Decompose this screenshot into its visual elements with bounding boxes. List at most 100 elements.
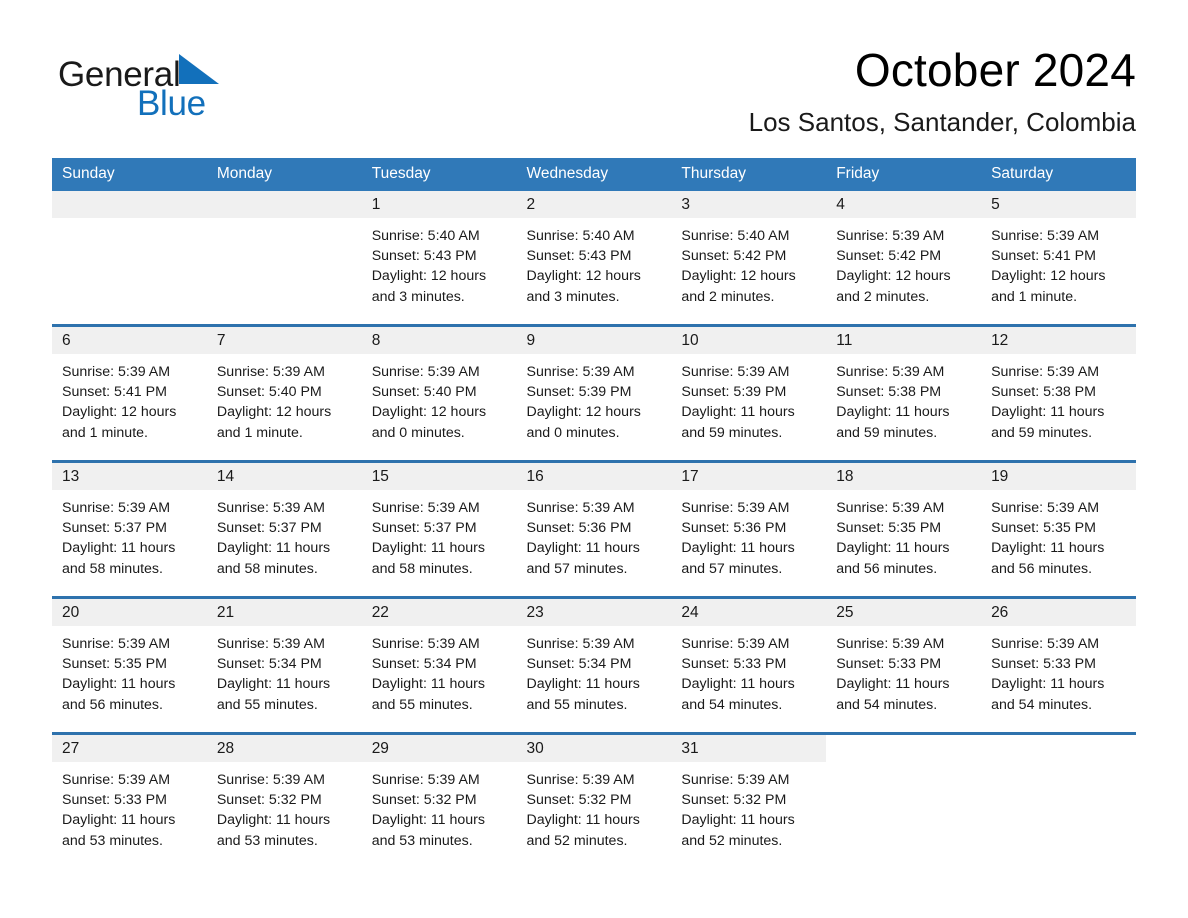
sunrise-text: Sunrise: 5:39 AM xyxy=(62,636,171,652)
sunrise-text: Sunrise: 5:39 AM xyxy=(371,500,480,516)
calendar-day-cell[interactable]: 4 Sunrise: 5:39 AM Sunset: 5:42 PM Daylight… xyxy=(826,191,982,326)
sunset-text: Sunset: 5:37 PM xyxy=(216,520,322,537)
calendar-day-cell[interactable]: 7 Sunrise: 5:39 AM Sunset: 5:40 PM Daylight… xyxy=(206,324,362,462)
day-details: Sunrise: 5:39 AM Sunset: 5:34 PM Daylight:… xyxy=(362,626,517,732)
sunset-text: Sunset: 5:42 PM xyxy=(836,248,942,265)
daylight-text-line1: Daylight: 11 hours xyxy=(526,676,640,693)
calendar-day-cell[interactable]: 3 Sunrise: 5:40 AM Sunset: 5:42 PM Daylight… xyxy=(671,191,827,326)
day-details: Sunrise: 5:39 AM Sunset: 5:40 PM Daylight:… xyxy=(362,354,517,460)
day-number: 17 xyxy=(671,463,827,490)
sunset-text: Sunset: 5:33 PM xyxy=(62,792,167,809)
daylight-text-line2: and 1 minute. xyxy=(991,288,1078,305)
daylight-text-line2: and 52 minutes. xyxy=(526,832,628,849)
daylight-text-line1: Daylight: 11 hours xyxy=(681,540,795,557)
calendar-day-cell[interactable]: 18 Sunrise: 5:39 AM Sunset: 5:35 PM Dayligh… xyxy=(826,460,982,598)
calendar-day-cell[interactable]: 11 Sunrise: 5:39 AM Sunset: 5:38 PM Dayligh… xyxy=(826,324,982,462)
calendar-day-cell[interactable]: 27 Sunrise: 5:39 AM Sunset: 5:33 PM Dayligh… xyxy=(52,732,207,868)
daylight-text-line2: and 56 minutes. xyxy=(62,696,163,713)
calendar-day-cell[interactable]: 30 Sunrise: 5:39 AM Sunset: 5:32 PM Dayligh… xyxy=(516,732,672,868)
sunset-text: Sunset: 5:35 PM xyxy=(62,656,167,673)
sunset-text: Sunset: 5:37 PM xyxy=(371,520,477,537)
day-details: Sunrise: 5:39 AM Sunset: 5:35 PM Daylight:… xyxy=(981,490,1136,596)
weekday-header-tuesday: Tuesday xyxy=(361,158,517,191)
day-number: 8 xyxy=(361,327,517,354)
daylight-text-line2: and 54 minutes. xyxy=(836,696,938,713)
day-number: 18 xyxy=(826,463,982,490)
calendar-day-cell[interactable]: 28 Sunrise: 5:39 AM Sunset: 5:32 PM Dayligh… xyxy=(206,732,362,868)
calendar-day-cell[interactable]: 22 Sunrise: 5:39 AM Sunset: 5:34 PM Dayligh… xyxy=(361,596,517,734)
calendar-week-row: 27 Sunrise: 5:39 AM Sunset: 5:33 PM Dayligh… xyxy=(52,732,1136,868)
sunset-text: Sunset: 5:35 PM xyxy=(991,520,1096,537)
day-details: Sunrise: 5:39 AM Sunset: 5:33 PM Daylight:… xyxy=(52,762,207,868)
sunset-text: Sunset: 5:42 PM xyxy=(681,248,787,265)
day-details: Sunrise: 5:39 AM Sunset: 5:35 PM Daylight:… xyxy=(826,490,981,596)
daylight-text-line1: Daylight: 11 hours xyxy=(216,676,331,693)
day-number: 15 xyxy=(361,463,517,490)
daylight-text-line1: Daylight: 11 hours xyxy=(62,540,176,557)
day-details: Sunrise: 5:39 AM Sunset: 5:41 PM Daylight:… xyxy=(981,218,1136,324)
daylight-text-line1: Daylight: 11 hours xyxy=(371,676,485,693)
sunrise-text: Sunrise: 5:39 AM xyxy=(991,500,1100,516)
sunrise-text: Sunrise: 5:40 AM xyxy=(526,228,635,244)
calendar-day-cell[interactable]: 31 Sunrise: 5:39 AM Sunset: 5:32 PM Dayligh… xyxy=(671,732,827,868)
day-number: 6 xyxy=(52,327,207,354)
calendar-day-cell[interactable]: 9 Sunrise: 5:39 AM Sunset: 5:39 PM Daylight… xyxy=(516,324,672,462)
sunset-text: Sunset: 5:39 PM xyxy=(526,384,632,401)
day-number: 20 xyxy=(52,599,207,626)
day-number: 4 xyxy=(826,191,982,218)
day-details: Sunrise: 5:39 AM Sunset: 5:33 PM Daylight:… xyxy=(981,626,1136,732)
calendar-day-cell-empty xyxy=(206,191,362,326)
calendar-day-cell[interactable]: 12 Sunrise: 5:39 AM Sunset: 5:38 PM Dayligh… xyxy=(981,324,1136,462)
calendar-day-cell[interactable]: 21 Sunrise: 5:39 AM Sunset: 5:34 PM Dayligh… xyxy=(206,596,362,734)
sunset-text: Sunset: 5:34 PM xyxy=(216,656,322,673)
calendar-day-cell[interactable]: 25 Sunrise: 5:39 AM Sunset: 5:33 PM Dayligh… xyxy=(826,596,982,734)
sunrise-text: Sunrise: 5:39 AM xyxy=(62,772,171,788)
sunrise-text: Sunrise: 5:39 AM xyxy=(216,364,325,380)
calendar-day-cell[interactable]: 20 Sunrise: 5:39 AM Sunset: 5:35 PM Dayligh… xyxy=(52,596,207,734)
sunrise-text: Sunrise: 5:39 AM xyxy=(991,364,1100,380)
calendar-day-cell[interactable]: 29 Sunrise: 5:39 AM Sunset: 5:32 PM Dayligh… xyxy=(361,732,517,868)
daylight-text-line2: and 55 minutes. xyxy=(371,696,473,713)
calendar-day-cell[interactable]: 15 Sunrise: 5:39 AM Sunset: 5:37 PM Dayligh… xyxy=(361,460,517,598)
calendar-day-cell[interactable]: 1 Sunrise: 5:40 AM Sunset: 5:43 PM Daylight… xyxy=(361,191,517,326)
day-details: Sunrise: 5:39 AM Sunset: 5:32 PM Daylight:… xyxy=(671,762,826,868)
day-number: 7 xyxy=(206,327,362,354)
daylight-text-line1: Daylight: 11 hours xyxy=(681,404,795,421)
day-details: Sunrise: 5:39 AM Sunset: 5:42 PM Daylight:… xyxy=(826,218,981,324)
daylight-text-line1: Daylight: 11 hours xyxy=(371,540,485,557)
day-number: 25 xyxy=(826,599,982,626)
daylight-text-line2: and 56 minutes. xyxy=(836,560,938,577)
day-number xyxy=(52,191,207,218)
calendar-day-cell[interactable]: 16 Sunrise: 5:39 AM Sunset: 5:36 PM Dayligh… xyxy=(516,460,672,598)
calendar-day-cell[interactable]: 14 Sunrise: 5:39 AM Sunset: 5:37 PM Dayligh… xyxy=(206,460,362,598)
day-details: Sunrise: 5:39 AM Sunset: 5:36 PM Daylight:… xyxy=(671,490,826,596)
daylight-text-line2: and 1 minute. xyxy=(62,424,148,441)
calendar-day-cell[interactable]: 5 Sunrise: 5:39 AM Sunset: 5:41 PM Daylight… xyxy=(981,191,1136,326)
calendar-day-cell[interactable]: 23 Sunrise: 5:39 AM Sunset: 5:34 PM Dayligh… xyxy=(516,596,672,734)
brand-logo[interactable]: General Blue xyxy=(58,52,318,130)
sunrise-text: Sunrise: 5:39 AM xyxy=(526,636,635,652)
day-number: 28 xyxy=(206,735,362,762)
weekday-header-wednesday: Wednesday xyxy=(516,158,672,191)
calendar-day-cell[interactable]: 8 Sunrise: 5:39 AM Sunset: 5:40 PM Daylight… xyxy=(361,324,517,462)
daylight-text-line2: and 58 minutes. xyxy=(62,560,163,577)
page-header: General Blue October 2024 Los Santos, Sa… xyxy=(52,42,1136,146)
sunrise-text: Sunrise: 5:39 AM xyxy=(836,228,945,244)
daylight-text-line1: Daylight: 12 hours xyxy=(371,268,487,285)
sunset-text: Sunset: 5:43 PM xyxy=(371,248,477,265)
sunset-text: Sunset: 5:41 PM xyxy=(62,384,167,401)
daylight-text-line1: Daylight: 12 hours xyxy=(62,404,177,421)
calendar-day-cell[interactable]: 10 Sunrise: 5:39 AM Sunset: 5:39 PM Dayligh… xyxy=(671,324,827,462)
calendar-day-cell[interactable]: 17 Sunrise: 5:39 AM Sunset: 5:36 PM Dayligh… xyxy=(671,460,827,598)
daylight-text-line2: and 3 minutes. xyxy=(371,288,465,305)
calendar-day-cell[interactable]: 13 Sunrise: 5:39 AM Sunset: 5:37 PM Dayligh… xyxy=(52,460,207,598)
calendar-day-cell[interactable]: 6 Sunrise: 5:39 AM Sunset: 5:41 PM Daylight… xyxy=(52,324,207,462)
calendar-day-cell[interactable]: 19 Sunrise: 5:39 AM Sunset: 5:35 PM Dayligh… xyxy=(981,460,1136,598)
sunset-text: Sunset: 5:37 PM xyxy=(62,520,167,537)
day-details: Sunrise: 5:39 AM Sunset: 5:39 PM Daylight:… xyxy=(517,354,672,460)
sunrise-sunset-calendar: Sunday Monday Tuesday Wednesday Thursday… xyxy=(52,158,1136,868)
sunset-text: Sunset: 5:34 PM xyxy=(526,656,632,673)
calendar-day-cell[interactable]: 26 Sunrise: 5:39 AM Sunset: 5:33 PM Dayligh… xyxy=(981,596,1136,734)
calendar-day-cell[interactable]: 2 Sunrise: 5:40 AM Sunset: 5:43 PM Daylight… xyxy=(516,191,672,326)
calendar-day-cell[interactable]: 24 Sunrise: 5:39 AM Sunset: 5:33 PM Dayligh… xyxy=(671,596,827,734)
